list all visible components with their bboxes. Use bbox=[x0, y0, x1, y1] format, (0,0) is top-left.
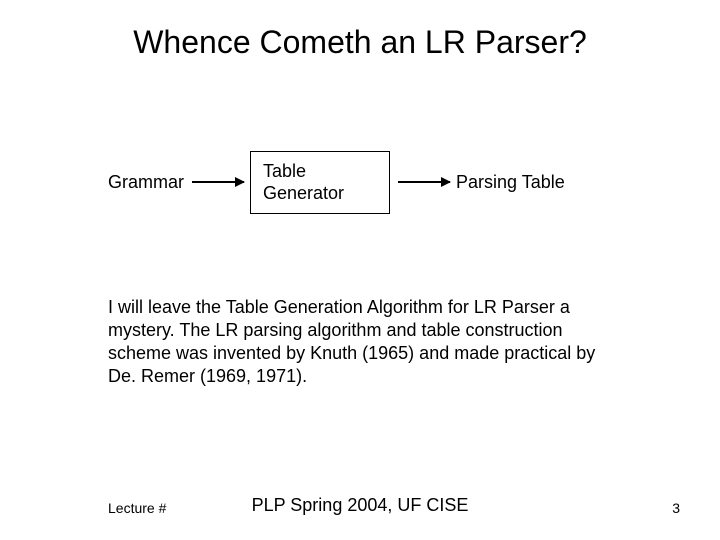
body-paragraph: I will leave the Table Generation Algori… bbox=[108, 296, 628, 388]
parsing-table-label: Parsing Table bbox=[456, 172, 565, 193]
page-number: 3 bbox=[672, 500, 680, 516]
footer-course-label: PLP Spring 2004, UF CISE bbox=[0, 495, 720, 516]
arrow-icon bbox=[192, 181, 244, 183]
footer: Lecture # PLP Spring 2004, UF CISE 3 bbox=[0, 492, 720, 516]
table-generator-box: Table Generator bbox=[250, 151, 390, 214]
arrow-icon bbox=[398, 181, 450, 183]
slide: Whence Cometh an LR Parser? Grammar Tabl… bbox=[0, 0, 720, 540]
flow-diagram: Grammar Table Generator Parsing Table bbox=[108, 148, 628, 216]
slide-title: Whence Cometh an LR Parser? bbox=[0, 24, 720, 61]
grammar-label: Grammar bbox=[108, 172, 184, 193]
